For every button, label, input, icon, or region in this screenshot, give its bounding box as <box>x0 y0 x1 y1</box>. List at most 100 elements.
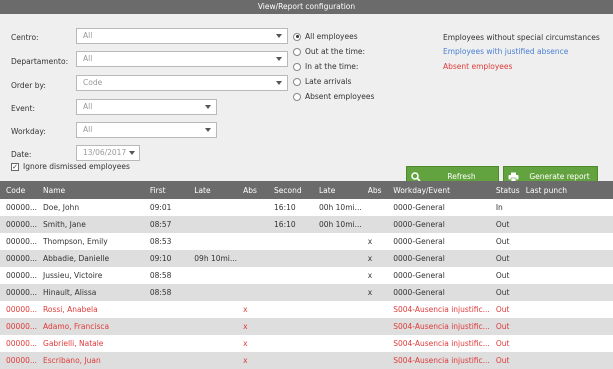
radio-label: In at the time: <box>305 62 359 71</box>
late-second-cell <box>313 335 362 352</box>
late-second-cell <box>313 233 362 250</box>
column-header-last-punch[interactable]: Last punch <box>520 181 613 199</box>
order-by-select[interactable]: Code <box>76 75 288 91</box>
workday-event-cell: 0000-General <box>393 220 445 229</box>
status-cell: Out <box>495 271 510 280</box>
centro-select[interactable]: All <box>76 28 288 44</box>
last-punch-cell <box>520 199 613 216</box>
radio-out-at-time[interactable]: Out at the time: <box>293 47 365 56</box>
event-value: All <box>83 102 93 111</box>
radio-absent-employees[interactable]: Absent employees <box>293 92 374 101</box>
ignore-dismissed-checkbox[interactable]: ✓ Ignore dismissed employees <box>11 162 130 171</box>
table-row[interactable]: 00000... Rossi, Anabela x S004-Ausencia inj… <box>0 301 613 318</box>
table-row[interactable]: 00000... Gabrielli, Natale x S004-Ausencia … <box>0 335 613 352</box>
centro-label: Centro: <box>11 33 39 42</box>
column-header-late-second[interactable]: Late <box>313 181 362 199</box>
ignore-dismissed-label: Ignore dismissed employees <box>23 162 130 171</box>
table-row[interactable]: 00000... Hinault, Alissa 08:58 x 0000-Genera… <box>0 284 613 301</box>
workday-event-cell: 0000-General <box>393 237 445 246</box>
column-header-abs-second[interactable]: Abs <box>362 181 387 199</box>
column-header-first[interactable]: First <box>144 181 188 199</box>
abs-cell <box>237 284 268 301</box>
workday-event-cell: 0000-General <box>393 271 445 280</box>
last-punch-cell <box>520 216 613 233</box>
abs-cell <box>237 233 268 250</box>
employees-table: Code Name First Late Abs Second Late Abs… <box>0 181 613 369</box>
name-cell: Thompson, Emily <box>43 237 108 246</box>
table-row[interactable]: 00000... Adamo, Francisca x S004-Ausencia i… <box>0 318 613 335</box>
abs-cell <box>237 267 268 284</box>
chevron-down-icon <box>205 128 211 132</box>
abs-cell: x <box>243 322 248 331</box>
first-punch-cell: 08:53 <box>149 237 172 246</box>
generate-report-label: Generate report <box>529 172 590 181</box>
status-cell: Out <box>495 322 510 331</box>
last-punch-cell <box>520 267 613 284</box>
status-cell: Out <box>495 288 510 297</box>
first-punch-cell <box>144 301 188 318</box>
code-cell: 00000... <box>6 305 38 314</box>
date-picker[interactable]: 13/06/2017 <box>76 145 140 161</box>
abs-second-cell <box>362 335 387 352</box>
second-punch-cell: 16:10 <box>274 220 296 229</box>
radio-unchecked-icon <box>293 47 301 56</box>
refresh-label: Refresh <box>447 172 476 181</box>
last-punch-cell <box>520 335 613 352</box>
search-icon <box>407 171 425 182</box>
workday-event-cell: S004-Ausencia injustific... <box>393 305 490 314</box>
radio-unchecked-icon <box>293 77 301 86</box>
late-cell <box>188 199 237 216</box>
late-cell <box>188 233 237 250</box>
workday-label: Workday: <box>11 127 46 136</box>
column-header-workday-event[interactable]: Workday/Event <box>387 181 490 199</box>
last-punch-cell <box>520 250 613 267</box>
abs-cell <box>237 250 268 267</box>
radio-in-at-time[interactable]: In at the time: <box>293 62 358 71</box>
checkbox-checked-icon[interactable]: ✓ <box>11 162 19 171</box>
date-value: 13/06/2017 <box>83 148 127 157</box>
chevron-down-icon <box>205 105 211 109</box>
abs-second-cell <box>362 199 387 216</box>
first-punch-cell: 08:58 <box>149 288 172 297</box>
table-row[interactable]: 00000... Doe, John 09:01 16:10 00h 10mi... 00… <box>0 199 613 216</box>
late-cell <box>188 284 237 301</box>
abs-cell <box>237 199 268 216</box>
name-cell: Hinault, Alissa <box>43 288 97 297</box>
date-label: Date: <box>11 150 32 159</box>
name-cell: Gabrielli, Natale <box>43 339 104 348</box>
table-row[interactable]: 00000... Thompson, Emily 08:53 x 0000-Genera… <box>0 233 613 250</box>
abs-cell: x <box>243 305 248 314</box>
table-row[interactable]: 00000... Smith, Jane 08:57 16:10 00h 10mi...… <box>0 216 613 233</box>
workday-event-cell: S004-Ausencia injustific... <box>393 322 490 331</box>
second-punch-cell <box>268 233 313 250</box>
legend-normal: Employees without special circumstances <box>443 33 600 42</box>
first-punch-cell: 09:10 <box>149 254 172 263</box>
radio-all-employees[interactable]: All employees <box>293 32 358 41</box>
late-second-cell <box>313 267 362 284</box>
table-row[interactable]: 00000... Jussieu, Victoire 08:58 x 0000-Gene… <box>0 267 613 284</box>
status-cell: Out <box>495 305 510 314</box>
status-cell: In <box>495 203 503 212</box>
column-header-code[interactable]: Code <box>0 181 37 199</box>
table-row[interactable]: 00000... Abbadie, Danielle 09:10 09h 10mi..… <box>0 250 613 267</box>
event-select[interactable]: All <box>76 99 217 115</box>
column-header-abs[interactable]: Abs <box>237 181 268 199</box>
workday-event-cell: 0000-General <box>393 288 445 297</box>
column-header-status[interactable]: Status <box>490 181 520 199</box>
name-cell: Abbadie, Danielle <box>43 254 110 263</box>
workday-value: All <box>83 125 93 134</box>
column-header-name[interactable]: Name <box>37 181 144 199</box>
column-header-second[interactable]: Second <box>268 181 313 199</box>
workday-select[interactable]: All <box>76 122 217 138</box>
event-label: Event: <box>11 104 36 113</box>
column-header-late[interactable]: Late <box>188 181 237 199</box>
late-second-cell <box>313 250 362 267</box>
name-cell: Rossi, Anabela <box>43 305 98 314</box>
radio-late-arrivals[interactable]: Late arrivals <box>293 77 351 86</box>
code-cell: 00000... <box>6 288 38 297</box>
radio-label: Absent employees <box>305 92 375 101</box>
departamento-select[interactable]: All <box>76 51 288 67</box>
first-punch-cell: 08:57 <box>149 220 172 229</box>
chevron-down-icon <box>276 34 282 38</box>
second-punch-cell <box>268 301 313 318</box>
